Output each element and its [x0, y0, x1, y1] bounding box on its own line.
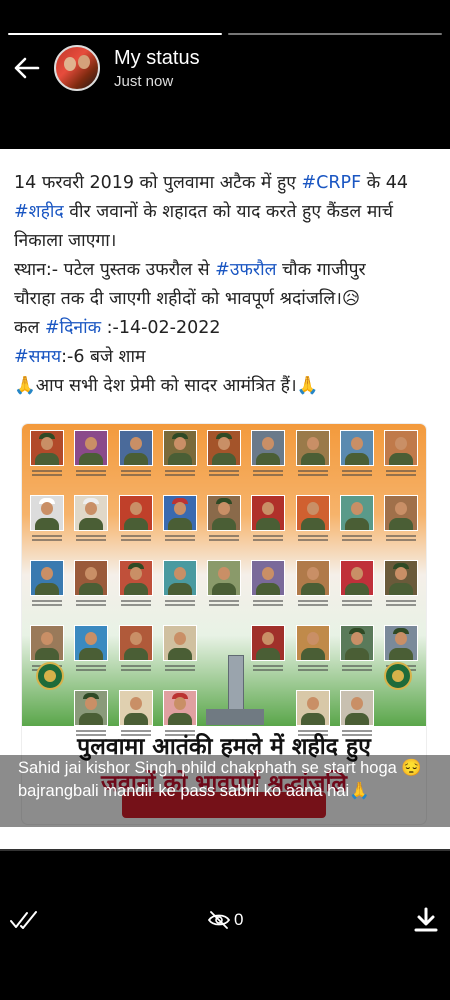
status-image: 14 फरवरी 2019 को पुलवामा अटैक में हुए #C…	[0, 149, 450, 849]
status-owner-title: My status	[114, 47, 200, 69]
eye-off-icon	[208, 911, 230, 929]
progress-segment-2	[228, 33, 442, 35]
hashtag: #समय	[14, 347, 62, 367]
crpf-emblem-right	[384, 662, 412, 690]
progress-segment-1	[8, 33, 222, 35]
status-header: My status Just now	[0, 42, 450, 94]
status-caption: Sahid jai kishor Singh phild chakphath s…	[0, 755, 450, 827]
status-progress	[8, 33, 442, 35]
crpf-emblem-left	[36, 662, 64, 690]
status-time: Just now	[114, 73, 174, 90]
back-arrow-icon	[14, 57, 40, 79]
view-count: 0	[234, 910, 244, 929]
hashtag: #दिनांक	[44, 318, 102, 338]
hashtag: #शहीद	[14, 202, 64, 222]
double-check-icon	[10, 911, 37, 929]
hashtag: #CRPF	[301, 173, 362, 193]
hashtag: #उफरौल	[215, 260, 277, 280]
status-footer: 0	[0, 895, 450, 945]
back-button[interactable]	[0, 42, 54, 94]
post-text: 14 फरवरी 2019 को पुलवामा अटैक में हुए #C…	[14, 173, 408, 396]
views-button[interactable]: 0	[208, 909, 243, 931]
download-icon[interactable]	[414, 907, 438, 933]
footer-divider	[0, 849, 450, 851]
memorial-illustration	[202, 649, 268, 725]
avatar[interactable]	[54, 45, 100, 91]
